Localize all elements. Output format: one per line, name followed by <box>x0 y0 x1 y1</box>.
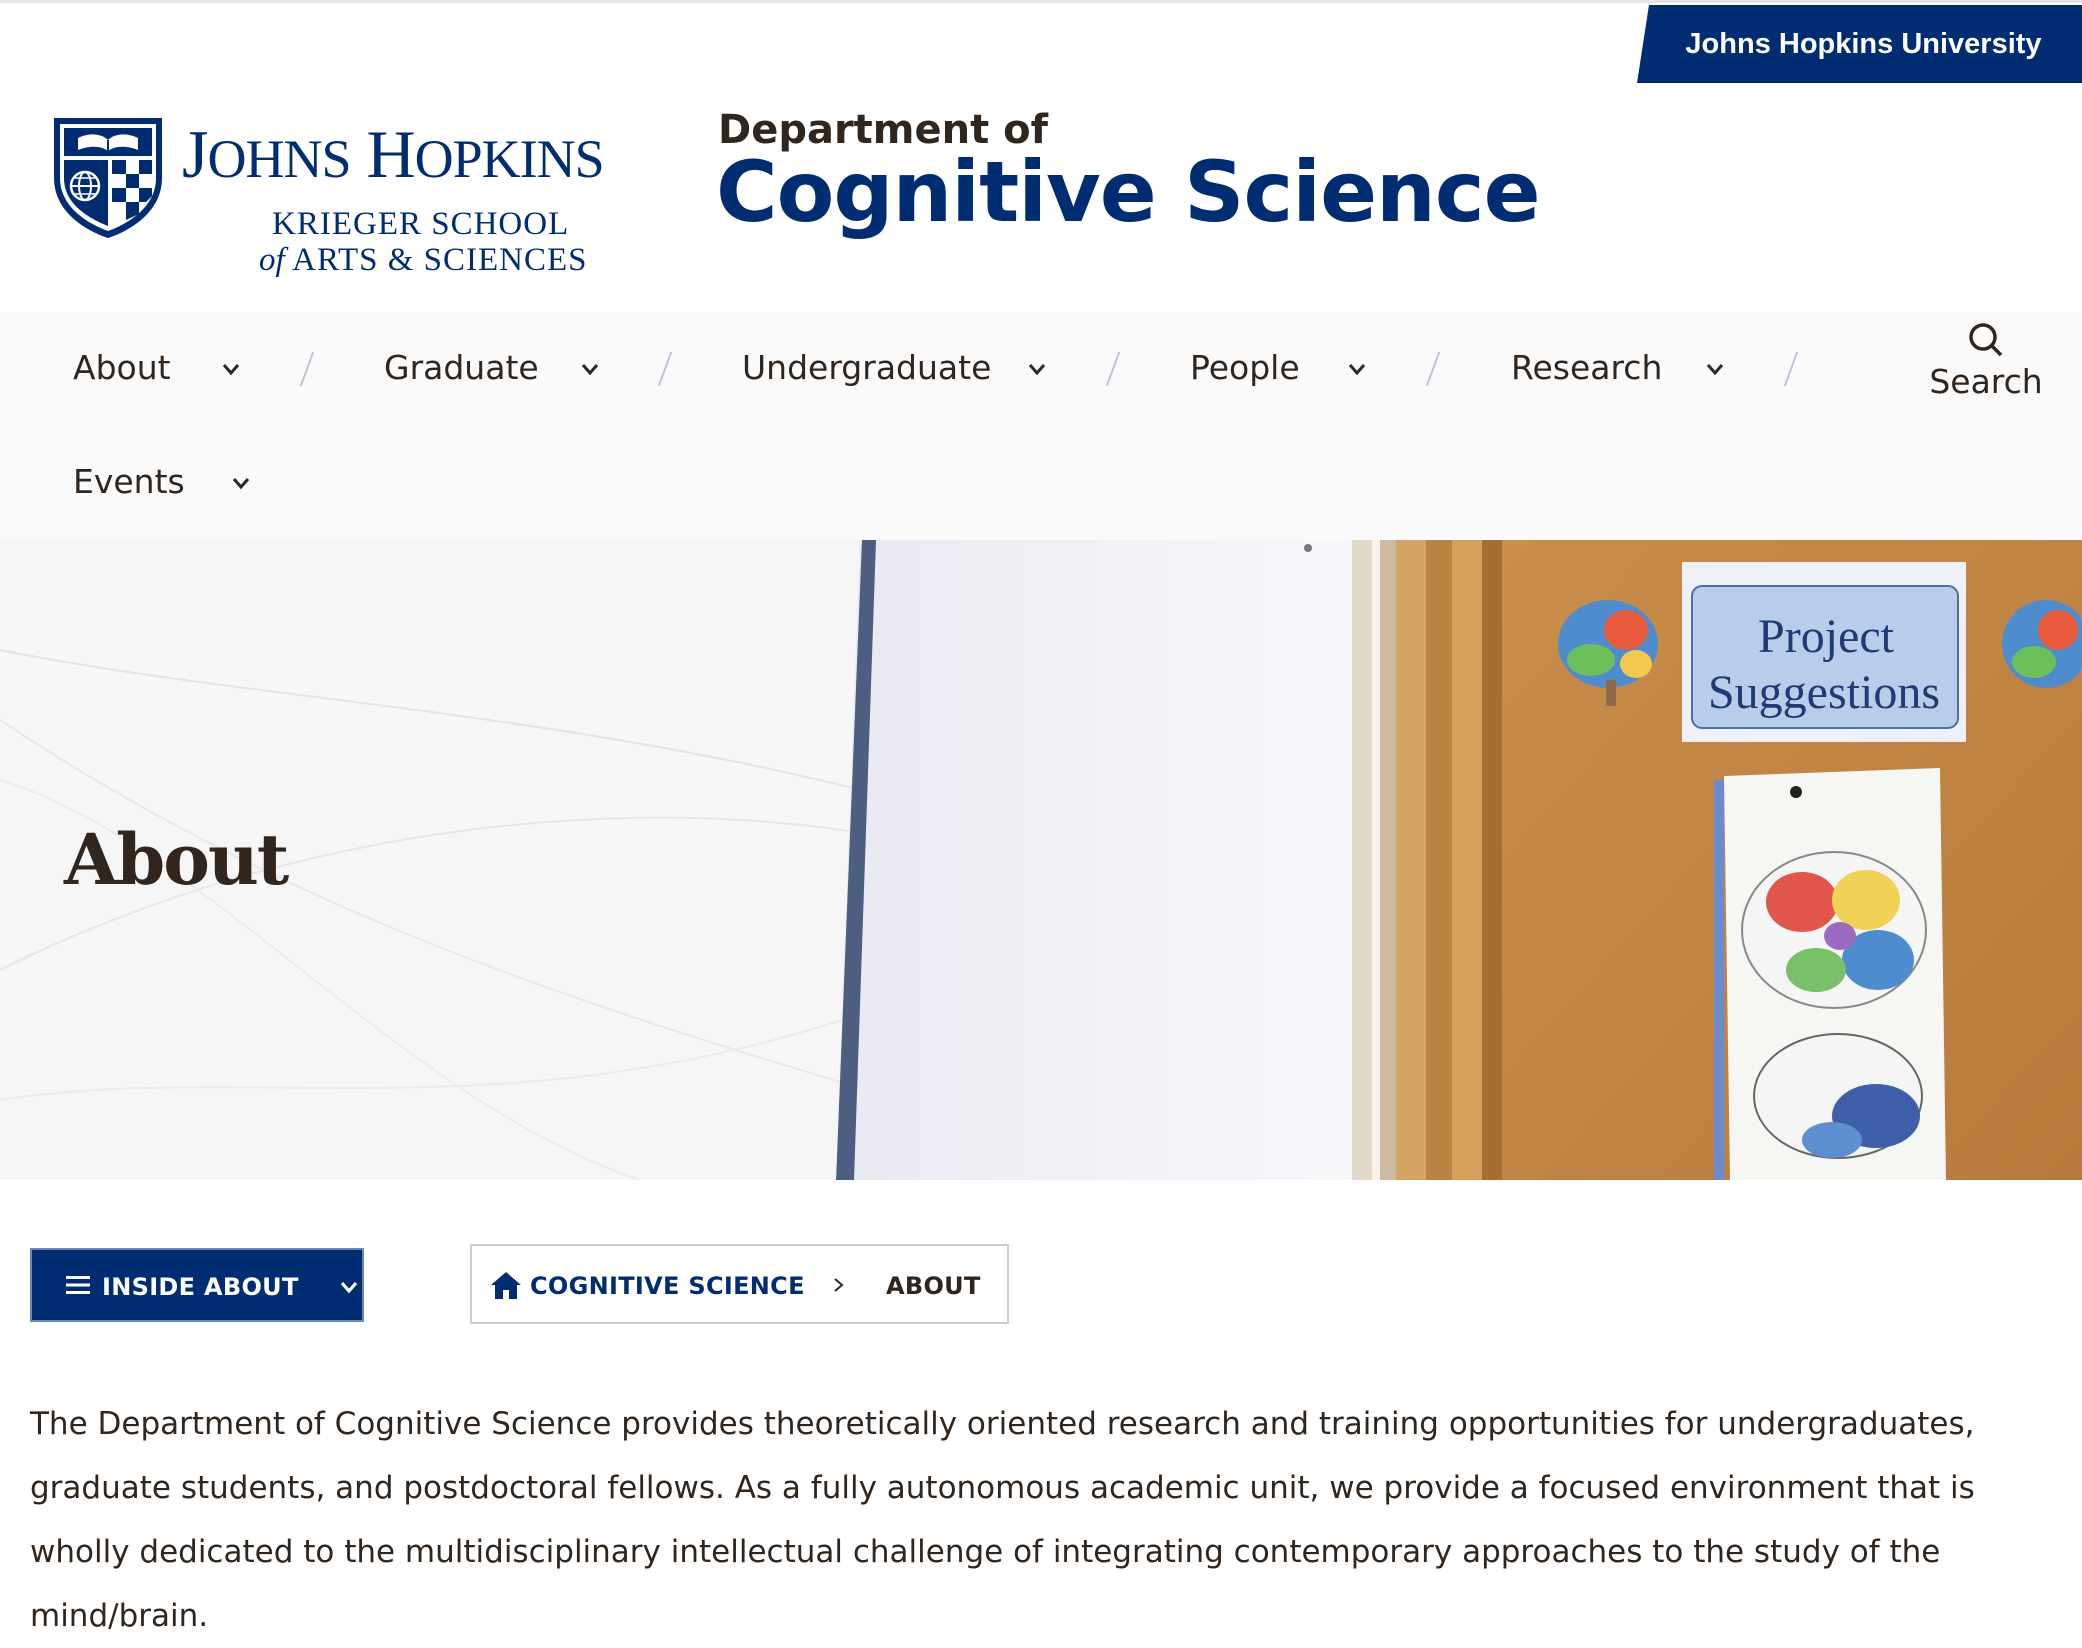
jhu-krieger-logo[interactable]: JOHNS HOPKINS KRIEGER SCHOOL of ARTS & S… <box>52 112 687 292</box>
chevron-right-icon <box>834 1278 844 1292</box>
inside-about-menu-button[interactable]: INSIDE ABOUT <box>30 1248 364 1322</box>
krieger-school-text: KRIEGER SCHOOL <box>272 206 570 242</box>
search-button[interactable]: Search <box>1926 320 2046 410</box>
nav-separator <box>1105 352 1121 386</box>
jhu-shield-icon <box>54 118 162 238</box>
inside-about-label: INSIDE ABOUT <box>102 1273 299 1301</box>
chevron-down-icon[interactable] <box>1026 358 1048 380</box>
top-rule <box>0 0 2082 3</box>
main-nav: About Graduate Undergraduate People Rese… <box>0 312 2082 540</box>
chevron-down-icon[interactable] <box>1346 358 1368 380</box>
chevron-down-icon[interactable] <box>220 358 242 380</box>
chevron-down-icon <box>340 1281 358 1294</box>
hamburger-menu-icon <box>66 1276 90 1294</box>
nav-item-events[interactable]: Events <box>73 456 185 506</box>
johns-hopkins-wordmark: JOHNS HOPKINS <box>182 116 605 192</box>
nav-item-label: Research <box>1511 347 1663 387</box>
nav-item-people[interactable]: People <box>1190 342 1300 392</box>
breadcrumb-home-link[interactable]: COGNITIVE SCIENCE <box>530 1272 805 1300</box>
nav-separator <box>657 352 673 386</box>
chevron-down-icon[interactable] <box>579 358 601 380</box>
hero-banner: Project Suggestions About <box>0 540 2082 1180</box>
nav-item-label: Undergraduate <box>742 347 992 387</box>
nav-item-about[interactable]: About <box>73 342 171 392</box>
search-label: Search <box>1929 362 2043 401</box>
page-title: About <box>64 818 289 901</box>
nav-item-undergraduate[interactable]: Undergraduate <box>742 342 991 392</box>
hero-photo: Project Suggestions <box>836 540 2082 1180</box>
johns-hopkins-university-link[interactable]: Johns Hopkins University <box>1637 5 2082 83</box>
breadcrumb-current: ABOUT <box>886 1272 981 1300</box>
nav-item-label: Graduate <box>384 347 539 387</box>
home-icon[interactable] <box>490 1270 522 1300</box>
chevron-down-icon[interactable] <box>230 472 252 494</box>
nav-item-label: Events <box>73 461 185 501</box>
nav-item-graduate[interactable]: Graduate <box>384 342 539 392</box>
sign-text-suggestions: Suggestions <box>1708 666 1940 719</box>
intro-paragraph: The Department of Cognitive Science prov… <box>30 1406 1975 1634</box>
nav-item-research[interactable]: Research <box>1511 342 1662 392</box>
nav-item-label: People <box>1190 347 1300 387</box>
breadcrumb: COGNITIVE SCIENCE ABOUT <box>470 1244 1009 1324</box>
nav-separator <box>1425 352 1441 386</box>
search-icon <box>1969 323 2003 357</box>
nav-separator <box>299 352 315 386</box>
arts-sciences-text: of ARTS & SCIENCES <box>259 242 588 278</box>
nav-item-label: About <box>73 347 171 387</box>
sign-text-project: Project <box>1758 610 1895 663</box>
chevron-down-icon[interactable] <box>1704 358 1726 380</box>
department-name[interactable]: Cognitive Science <box>716 150 1541 234</box>
nav-separator <box>1783 352 1799 386</box>
